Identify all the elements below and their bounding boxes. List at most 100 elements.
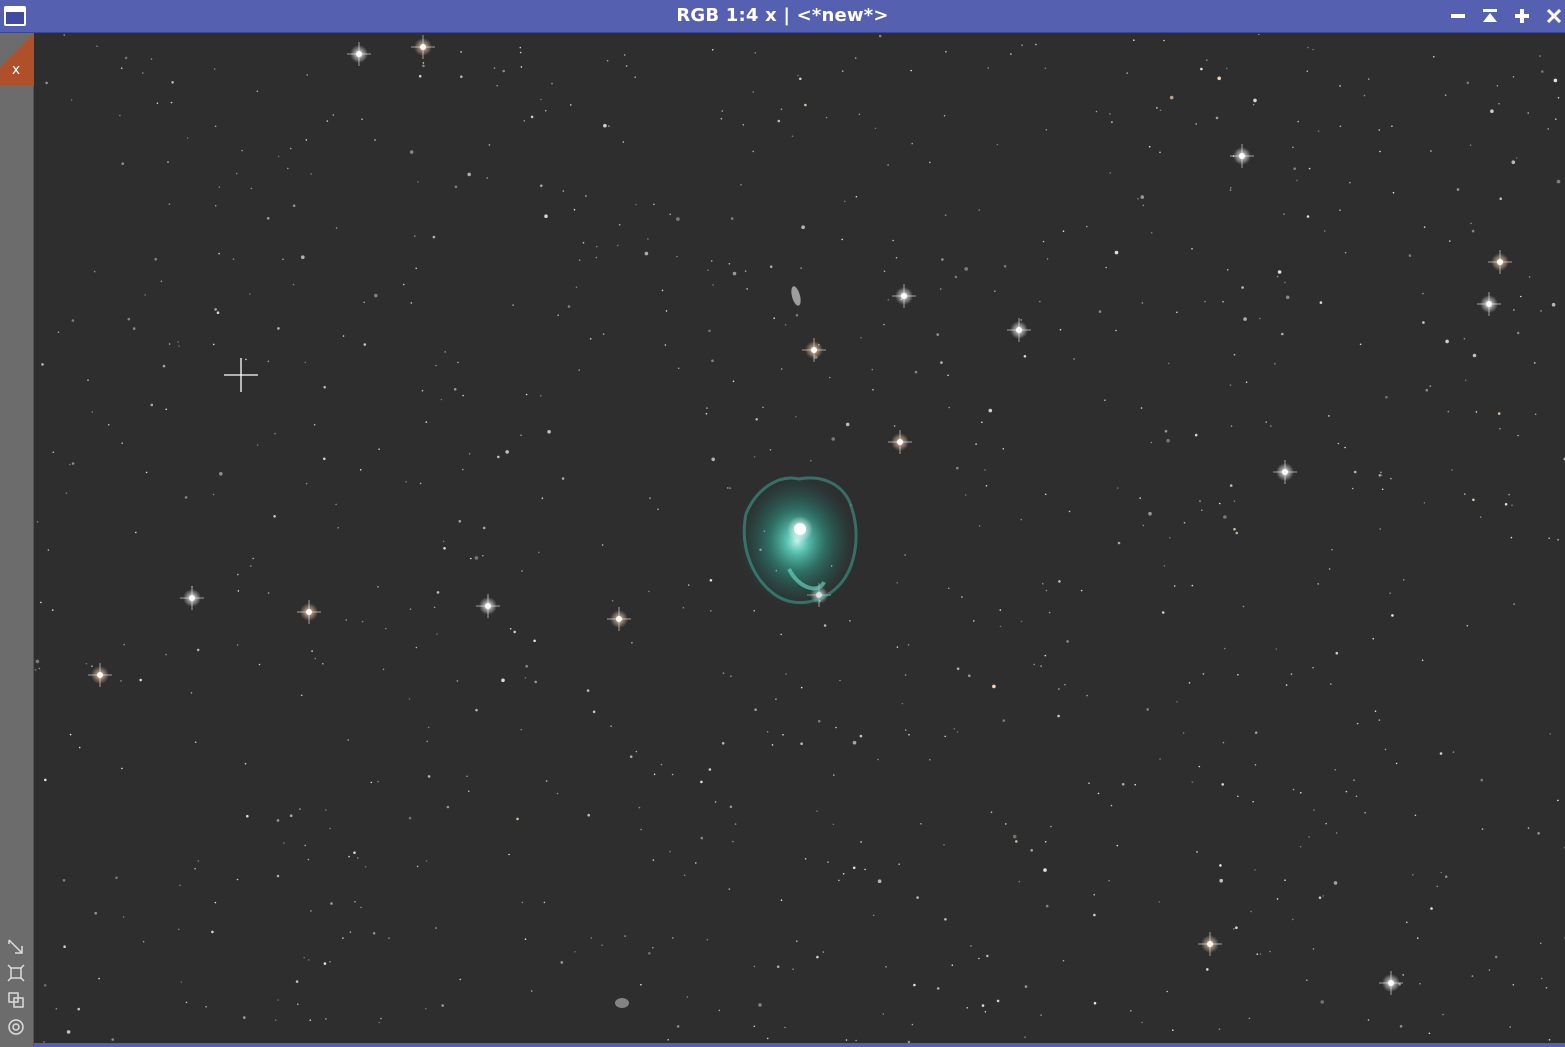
- minimize-button[interactable]: [1446, 4, 1470, 28]
- star: [964, 267, 968, 271]
- shade-button[interactable]: [1478, 4, 1502, 28]
- star: [132, 327, 136, 330]
- star: [1430, 907, 1433, 910]
- maximize-button[interactable]: [1510, 4, 1534, 28]
- star: [377, 780, 379, 783]
- star: [647, 238, 649, 240]
- star: [1306, 979, 1308, 981]
- star: [1183, 521, 1186, 524]
- fit-view-icon[interactable]: [6, 963, 26, 983]
- star: [1142, 204, 1145, 207]
- star: [1466, 81, 1470, 85]
- star: [91, 411, 94, 413]
- clone-view-icon[interactable]: [6, 990, 26, 1010]
- star: [194, 867, 196, 870]
- star: [509, 628, 512, 630]
- star: [975, 443, 977, 445]
- star: [45, 81, 48, 85]
- star: [1537, 832, 1540, 835]
- mask-circle-icon[interactable]: [6, 1017, 26, 1037]
- star: [769, 449, 772, 451]
- star: [1158, 901, 1160, 903]
- star: [676, 1025, 680, 1028]
- star: [180, 981, 183, 983]
- star: [1044, 67, 1047, 70]
- star: [250, 187, 253, 190]
- star: [1235, 531, 1239, 535]
- star: [1108, 879, 1110, 882]
- star: [1229, 384, 1232, 386]
- star: [657, 508, 659, 511]
- star: [1045, 589, 1048, 592]
- bright-star: [607, 607, 631, 631]
- star: [1534, 413, 1537, 416]
- star: [1312, 48, 1314, 51]
- star: [214, 901, 217, 904]
- star: [300, 694, 303, 697]
- close-button[interactable]: [1542, 4, 1565, 28]
- star: [858, 113, 861, 116]
- star: [648, 590, 650, 593]
- star: [1481, 828, 1484, 830]
- star: [610, 725, 612, 727]
- star: [332, 114, 335, 116]
- star: [984, 469, 986, 471]
- star: [256, 90, 259, 92]
- star: [1012, 834, 1017, 839]
- star: [1230, 425, 1233, 427]
- star: [1391, 614, 1394, 617]
- star: [1464, 493, 1466, 495]
- star: [795, 415, 797, 418]
- star: [1121, 783, 1125, 786]
- star: [901, 702, 904, 705]
- star: [911, 142, 913, 145]
- star: [363, 343, 367, 346]
- star: [649, 497, 651, 499]
- star: [218, 186, 221, 188]
- image-canvas[interactable]: [34, 34, 1565, 1043]
- star: [1339, 209, 1341, 211]
- star: [828, 376, 831, 379]
- star: [1141, 1021, 1143, 1024]
- star: [1188, 682, 1191, 684]
- star: [961, 596, 963, 598]
- star: [1002, 719, 1006, 722]
- close-view-label[interactable]: x: [8, 62, 24, 78]
- star: [871, 368, 874, 371]
- star: [1328, 415, 1330, 417]
- star: [728, 263, 731, 265]
- star: [740, 183, 742, 186]
- star: [303, 956, 306, 959]
- star: [849, 620, 851, 622]
- star: [981, 1004, 985, 1007]
- star: [1116, 844, 1119, 847]
- star: [859, 734, 863, 738]
- star: [212, 343, 215, 346]
- star: [305, 139, 308, 141]
- star: [274, 1019, 277, 1021]
- window-titlebar[interactable]: RGB 1:4 x | <*new*>: [0, 0, 1565, 33]
- star: [953, 728, 956, 730]
- star: [1378, 719, 1381, 721]
- star: [746, 288, 748, 290]
- star: [441, 1004, 445, 1007]
- bright-star: [1488, 250, 1512, 274]
- zoom-to-fit-icon[interactable]: [6, 937, 26, 957]
- star: [1172, 1029, 1174, 1031]
- star: [1312, 666, 1314, 669]
- star: [1223, 515, 1227, 519]
- star: [1422, 292, 1424, 295]
- star: [107, 424, 110, 426]
- star: [214, 308, 217, 311]
- star: [178, 345, 180, 347]
- star: [219, 472, 223, 476]
- star: [1057, 714, 1060, 718]
- star: [711, 359, 714, 363]
- star: [939, 288, 942, 290]
- star: [1254, 869, 1256, 871]
- star: [425, 421, 428, 423]
- star: [297, 1003, 299, 1005]
- star: [144, 294, 146, 296]
- star: [669, 213, 671, 216]
- star: [205, 1006, 207, 1008]
